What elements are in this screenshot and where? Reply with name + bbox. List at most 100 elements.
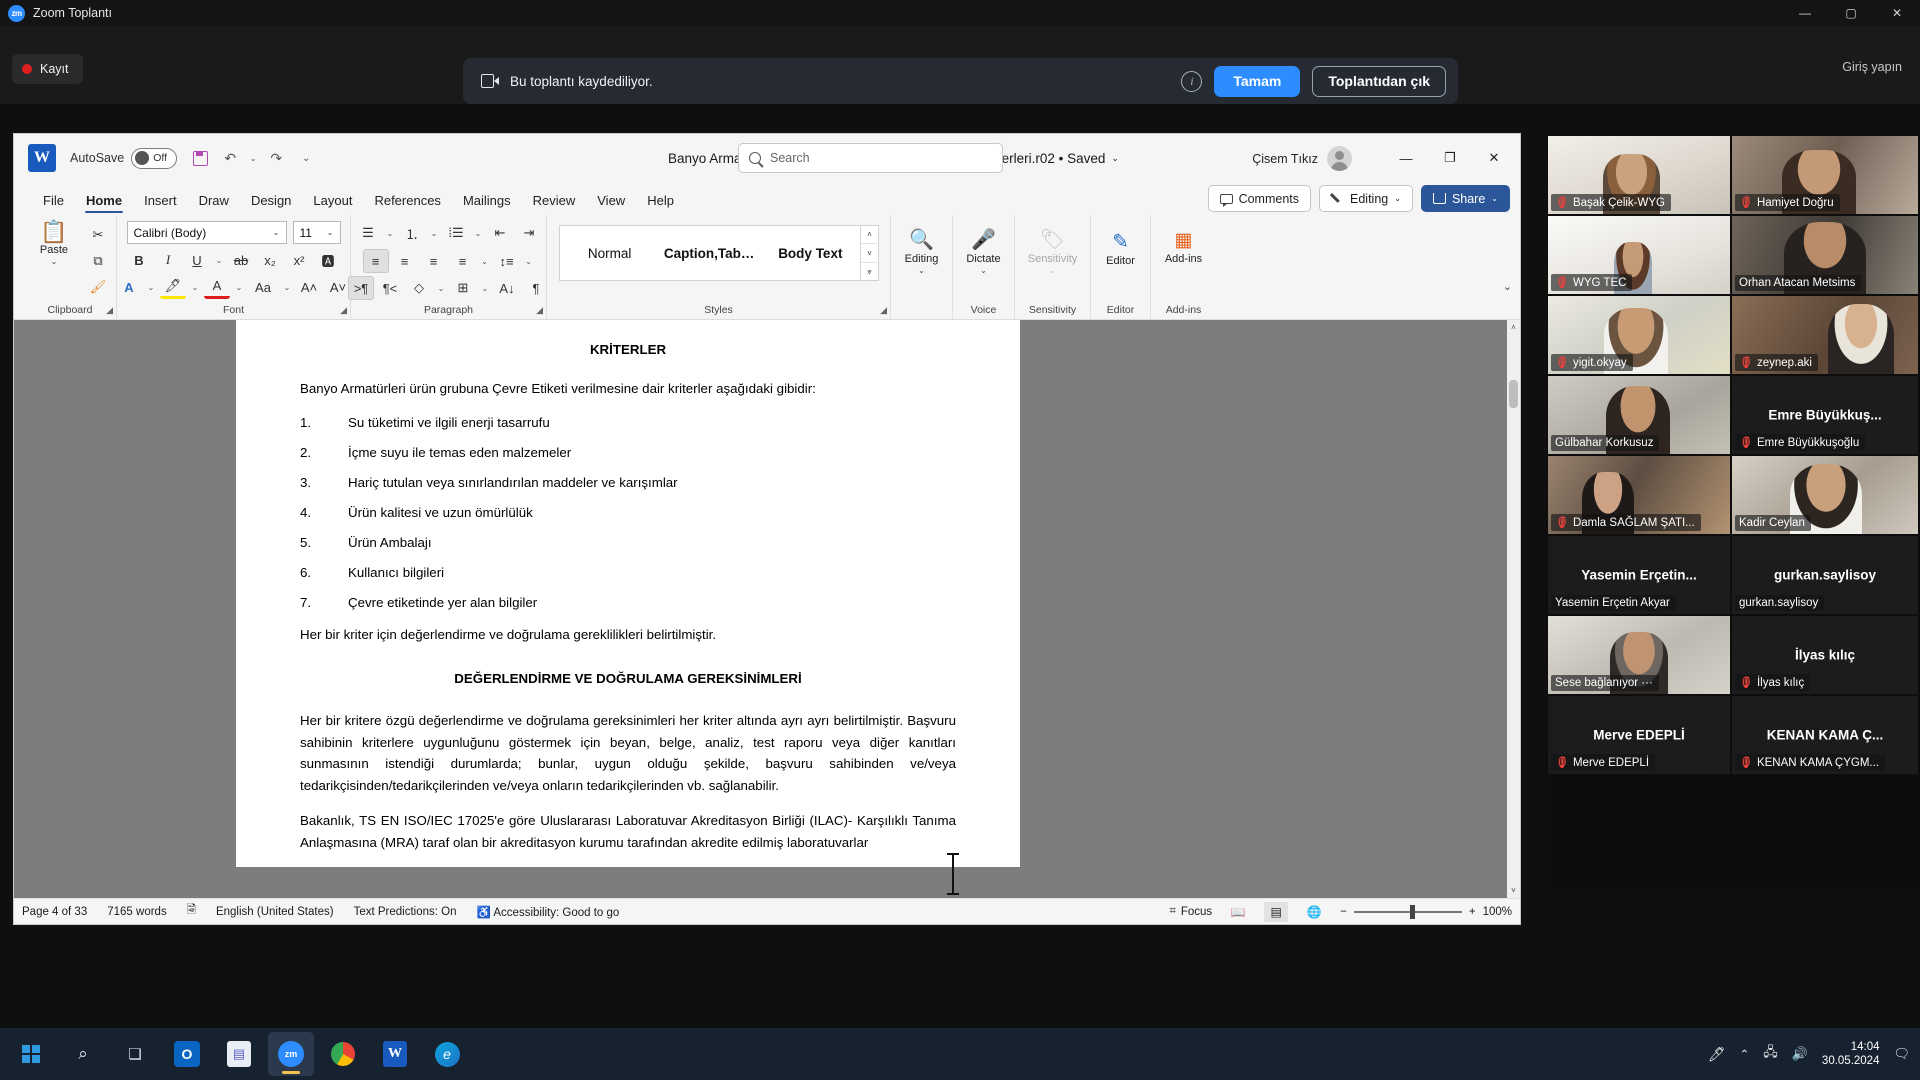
align-right-button[interactable]: ≡ [421, 249, 447, 273]
addins-button[interactable]: ▦ Add-ins [1155, 229, 1213, 265]
teams-button[interactable]: ▤ [216, 1032, 262, 1076]
participant-tile[interactable]: Kadir Ceylan [1732, 456, 1918, 534]
document-page[interactable]: KRİTERLER Banyo Armatürleri ürün grubuna… [236, 320, 1020, 868]
undo-button[interactable]: ↶ [217, 145, 243, 171]
comments-button[interactable]: Comments [1207, 185, 1311, 212]
increase-indent-icon[interactable]: ⇥ [516, 221, 542, 245]
shading-chevron-down-icon[interactable]: ⌄ [435, 284, 447, 293]
tab-file[interactable]: File [32, 193, 75, 215]
subscript-button[interactable]: x₂ [257, 248, 283, 272]
font-dialog-launcher[interactable]: ◢ [340, 305, 347, 316]
multilevel-chevron-down-icon[interactable]: ⌄ [472, 229, 484, 238]
redo-button[interactable]: ↷ [263, 145, 289, 171]
tab-mailings[interactable]: Mailings [452, 193, 522, 215]
bold-button[interactable]: B [126, 248, 152, 272]
page-indicator[interactable]: Page 4 of 33 [22, 906, 87, 918]
network-icon[interactable]: 🖧 [1763, 1043, 1778, 1065]
zoom-button[interactable]: zm [268, 1032, 314, 1076]
participant-tile[interactable]: 🎙 Hamiyet Doğru [1732, 136, 1918, 214]
spellcheck-icon[interactable]: 🗟 [187, 902, 196, 921]
editing-button-chevron-down-icon[interactable]: ⌄ [918, 266, 925, 275]
participant-tile[interactable]: gurkan.saylisoy gurkan.saylisoy [1732, 536, 1918, 614]
edge-button[interactable]: e [424, 1032, 470, 1076]
numbered-list-icon[interactable]: ⒈ [399, 221, 425, 245]
avatar[interactable] [1327, 146, 1352, 171]
tab-review[interactable]: Review [522, 193, 587, 215]
font-color-icon[interactable]: A [204, 275, 230, 299]
word-close-button[interactable]: ✕ [1472, 142, 1516, 174]
superscript-button[interactable]: x² [286, 248, 312, 272]
word-restore-button[interactable]: ❐ [1428, 142, 1472, 174]
text-effects-chevron-down-icon[interactable]: ⌄ [145, 283, 157, 292]
font-name-input[interactable]: Calibri (Body) ⌄ [126, 221, 287, 244]
qat-customize-chevron-down-icon[interactable]: ⌄ [293, 145, 319, 171]
start-button[interactable] [8, 1032, 54, 1076]
outlook-button[interactable]: O [164, 1032, 210, 1076]
tab-design[interactable]: Design [240, 193, 302, 215]
format-painter-icon[interactable]: 🖌 [85, 275, 111, 299]
word-count[interactable]: 7165 words [107, 906, 166, 918]
font-size-chevron-down-icon[interactable]: ⌄ [327, 228, 334, 237]
document-title-chevron-down-icon[interactable]: ⌄ [1111, 153, 1119, 164]
strikethrough-button[interactable]: ab [228, 248, 254, 272]
align-left-button[interactable]: ≡ [362, 249, 389, 273]
participant-tile[interactable]: Merve EDEPLİ 🎙 Merve EDEPLİ [1548, 696, 1730, 774]
participant-tile-active-speaker[interactable]: Gülbahar Korkusuz [1548, 376, 1730, 454]
cut-scissors-icon[interactable]: ✂ [85, 223, 111, 247]
dictate-chevron-down-icon[interactable]: ⌄ [980, 266, 987, 275]
decrease-indent-icon[interactable]: ⇤ [487, 221, 513, 245]
document-scrollbar[interactable]: ˄ ˅ [1507, 320, 1520, 898]
justify-chevron-down-icon[interactable]: ⌄ [479, 257, 491, 266]
participant-tile[interactable]: 🎙 Başak Çelik-WYG [1548, 136, 1730, 214]
underline-button[interactable]: U [184, 248, 210, 272]
search-input[interactable]: Search [738, 143, 1003, 173]
notification-accept-button[interactable]: Tamam [1214, 65, 1301, 97]
tab-help[interactable]: Help [636, 193, 685, 215]
web-layout-icon[interactable]: 🌐 [1302, 902, 1326, 922]
sensitivity-button[interactable]: 🏷 Sensitivity ⌄ [1019, 227, 1087, 275]
styles-dialog-launcher[interactable]: ◢ [880, 305, 887, 316]
scrollbar-thumb[interactable] [1509, 380, 1518, 408]
word-minimize-button[interactable]: — [1384, 142, 1428, 174]
align-center-button[interactable]: ≡ [392, 249, 418, 273]
sensitivity-chevron-down-icon[interactable]: ⌄ [1049, 266, 1056, 275]
participant-tile[interactable]: 🎙 Damla SAĞLAM ŞATI... [1548, 456, 1730, 534]
recording-indicator[interactable]: Kayıt [12, 54, 83, 84]
zoom-minimize-button[interactable]: — [1782, 0, 1828, 26]
text-predictions-indicator[interactable]: Text Predictions: On [354, 906, 457, 918]
numbered-list-chevron-down-icon[interactable]: ⌄ [428, 229, 440, 238]
styles-more-icon[interactable]: ⩔ [861, 263, 877, 281]
tab-draw[interactable]: Draw [188, 193, 240, 215]
pen-icon[interactable]: 🖊 [1708, 1046, 1726, 1063]
clipboard-dialog-launcher[interactable]: ◢ [106, 305, 113, 316]
ribbon-collapse-chevron-down-icon[interactable]: ⌄ [1503, 280, 1512, 293]
tab-home[interactable]: Home [75, 193, 133, 215]
notification-center-button[interactable]: 🗨 [1893, 1046, 1910, 1062]
read-mode-icon[interactable]: 📖 [1226, 902, 1250, 922]
chrome-button[interactable] [320, 1032, 366, 1076]
font-color-chevron-down-icon[interactable]: ⌄ [233, 283, 245, 292]
participant-tile[interactable]: 🎙 WYG TEC [1548, 216, 1730, 294]
justify-button[interactable]: ≡ [450, 249, 476, 273]
autosave-toggle[interactable]: AutoSave Off [70, 147, 178, 169]
styles-scroll-up-icon[interactable]: ˄ [861, 225, 878, 244]
tab-layout[interactable]: Layout [302, 193, 363, 215]
info-icon[interactable]: i [1181, 70, 1203, 92]
paragraph-dialog-launcher[interactable]: ◢ [536, 305, 543, 316]
bullet-list-icon[interactable]: ☰ [355, 221, 381, 245]
dictate-button[interactable]: 🎤 Dictate ⌄ [959, 227, 1009, 275]
participant-tile[interactable]: Sese bağlanıyor ··· [1548, 616, 1730, 694]
focus-button[interactable]: ⌗ Focus [1169, 905, 1212, 918]
change-case-chevron-down-icon[interactable]: ⌄ [281, 283, 293, 292]
search-button[interactable]: ⌕ [60, 1032, 106, 1076]
styles-scroll-down-icon[interactable]: ˅ [861, 244, 878, 263]
style-body-text[interactable]: Body Text [760, 246, 860, 261]
tab-view[interactable]: View [586, 193, 636, 215]
undo-chevron-down-icon[interactable]: ⌄ [247, 154, 259, 163]
copy-icon[interactable]: ⧉ [85, 249, 111, 273]
zoom-close-button[interactable]: ✕ [1874, 0, 1920, 26]
zoom-maximize-button[interactable]: ▢ [1828, 0, 1874, 26]
word-button[interactable]: W [372, 1032, 418, 1076]
task-view-button[interactable]: ❏ [112, 1032, 158, 1076]
leave-meeting-button[interactable]: Toplantıdan çık [1312, 65, 1446, 97]
